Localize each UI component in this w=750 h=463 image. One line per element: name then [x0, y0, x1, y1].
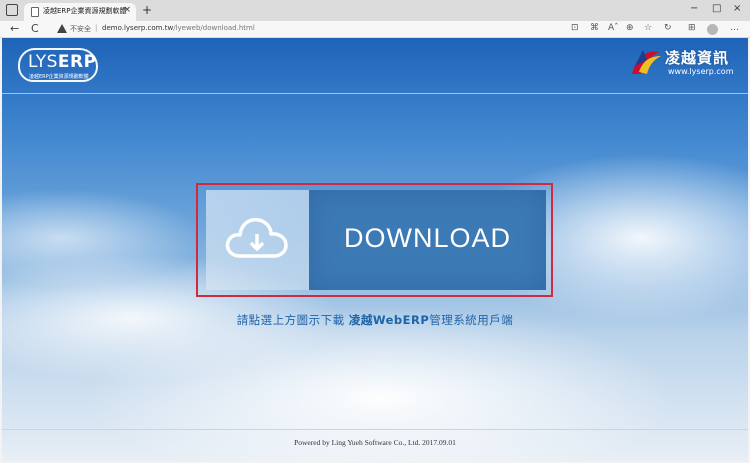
reader-view-icon[interactable]: ⊡	[571, 23, 579, 33]
translate-icon[interactable]: ⊕	[626, 23, 634, 33]
security-status[interactable]: 不安全	[70, 24, 91, 34]
hint-tail: 管理系統用戶端	[429, 313, 514, 327]
url-host: demo.lyserp.com.tw	[102, 24, 174, 32]
tab-strip: 凌越ERP企業資源規劃軟體 × + − □ ×	[0, 0, 750, 21]
page-viewport: LYSERP 凌越ERP企業資源規劃軟體 凌越資訊 www.lyserp.com…	[2, 38, 748, 462]
logo-subtitle: 凌越ERP企業資源規劃軟體	[29, 74, 89, 80]
page-favicon-icon	[31, 7, 39, 17]
collections-icon[interactable]: ⊞	[688, 23, 696, 33]
header-divider	[2, 93, 748, 94]
brand-url: www.lyserp.com	[668, 67, 734, 76]
tab-close-icon[interactable]: ×	[123, 5, 131, 15]
footer-divider	[2, 429, 748, 430]
refresh-extension-icon[interactable]: ↻	[664, 23, 672, 33]
url-path: /lyeweb/download.html	[173, 24, 255, 32]
logo-text-bold: ERP	[57, 52, 97, 72]
download-button[interactable]: DOWNLOAD	[206, 190, 546, 290]
more-menu-icon[interactable]: …	[730, 23, 739, 33]
profile-avatar[interactable]	[707, 24, 718, 35]
back-button[interactable]: ←	[10, 22, 19, 35]
footer-copyright: Powered by Ling Yueh Software Co., Ltd. …	[294, 438, 456, 447]
new-tab-button[interactable]: +	[142, 3, 152, 17]
minimize-button[interactable]: −	[690, 3, 698, 14]
lyserp-logo[interactable]: LYSERP	[28, 52, 97, 72]
cloud-download-icon	[225, 217, 288, 258]
logo-text-light: LYS	[28, 52, 58, 72]
brand-emblem-icon	[632, 50, 661, 74]
download-hint: 請點選上方圖示下載 凌越WebERP管理系統用戶端	[2, 312, 748, 328]
read-aloud-icon[interactable]: Aˆ	[608, 23, 619, 33]
refresh-button[interactable]: C	[31, 22, 39, 35]
download-icon-pane	[206, 190, 309, 290]
close-window-button[interactable]: ×	[733, 3, 741, 14]
download-label: DOWNLOAD	[343, 223, 511, 253]
maximize-button[interactable]: □	[712, 3, 721, 14]
brand-name: 凌越資訊	[665, 49, 730, 67]
download-label-pane: DOWNLOAD	[309, 190, 546, 290]
address-separator: |	[95, 24, 98, 32]
browser-tab[interactable]: 凌越ERP企業資源規劃軟體 ×	[24, 3, 136, 21]
address-bar: ← C 不安全 | demo.lyserp.com.tw/lyeweb/down…	[0, 21, 750, 38]
tab-actions-icon[interactable]	[6, 4, 18, 16]
add-favorite-icon[interactable]: ☆	[644, 23, 652, 33]
url-field[interactable]: demo.lyserp.com.tw/lyeweb/download.html	[102, 24, 255, 32]
hint-plain: 請點選上方圖示下載	[236, 313, 349, 327]
app-available-icon[interactable]: ⌘	[590, 23, 599, 33]
hint-product: 凌越WebERP	[348, 313, 430, 327]
warning-icon[interactable]	[57, 24, 67, 33]
tab-title: 凌越ERP企業資源規劃軟體	[43, 7, 127, 15]
